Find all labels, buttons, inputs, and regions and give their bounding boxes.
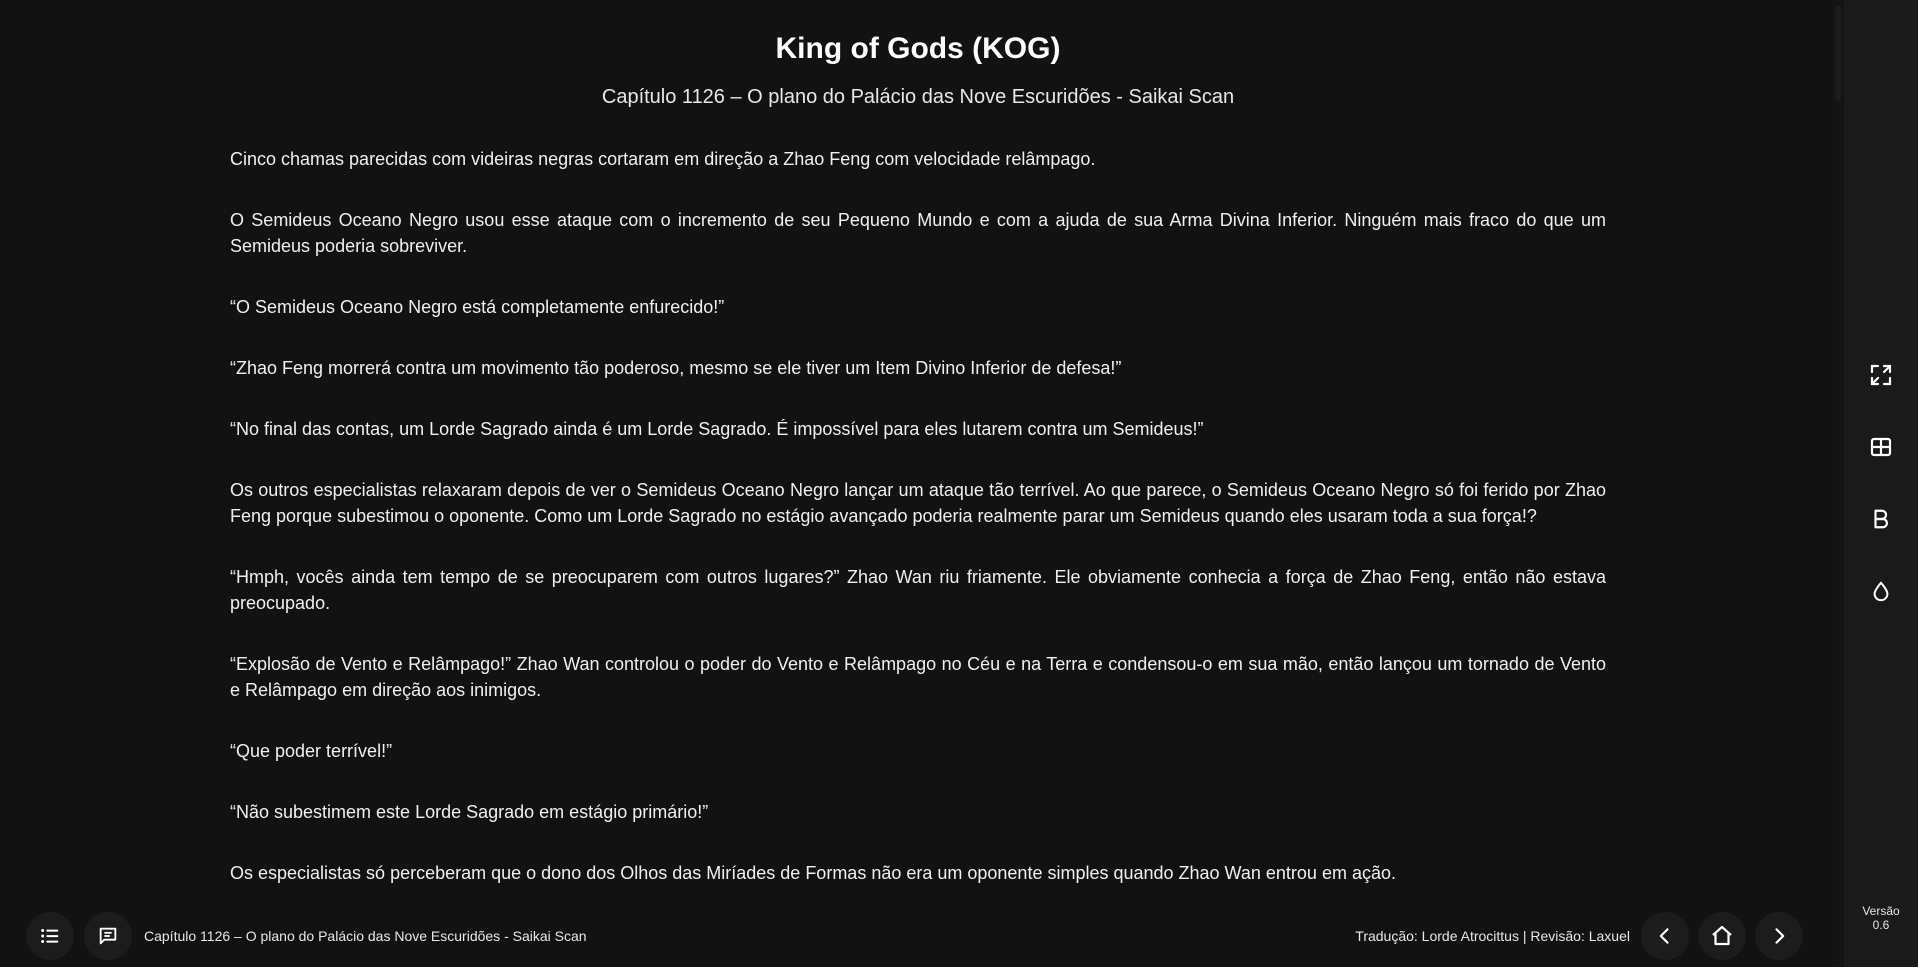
home-icon: [1710, 924, 1734, 948]
reader-page: King of Gods (KOG) Capítulo 1126 – O pla…: [0, 0, 1832, 967]
list-icon: [39, 925, 61, 947]
version-info: Versão 0.6: [1844, 904, 1918, 932]
chapter-title: Capítulo 1126 – O plano do Palácio das N…: [601, 86, 1235, 108]
fullscreen-button[interactable]: [1857, 351, 1905, 399]
bold-button[interactable]: [1857, 495, 1905, 543]
credits-text: Tradução: Lorde Atrocittus | Revisão: La…: [1355, 928, 1630, 944]
theme-button[interactable]: [1857, 567, 1905, 615]
paragraph: Os especialistas só perceberam que o don…: [230, 863, 1396, 883]
paragraph: “Zhao Feng morrerá contra um movimento t…: [230, 358, 1122, 378]
paragraph: “O Semideus Oceano Negro está completame…: [230, 297, 725, 317]
drop-icon: [1870, 580, 1892, 602]
bold-icon: [1870, 508, 1892, 530]
next-chapter-button[interactable]: [1755, 912, 1803, 960]
chevron-left-icon: [1655, 926, 1675, 946]
home-button[interactable]: [1698, 912, 1746, 960]
scrollbar[interactable]: [1832, 0, 1844, 967]
current-chapter-label: Capítulo 1126 – O plano do Palácio das N…: [144, 928, 587, 944]
novel-title: King of Gods (KOG): [775, 32, 1061, 65]
scrollbar-thumb[interactable]: [1835, 6, 1841, 101]
paragraph: “Não subestimem este Lorde Sagrado em es…: [230, 802, 709, 822]
version-number: 0.6: [1872, 918, 1890, 932]
side-toolbar: Versão 0.6: [1844, 0, 1918, 967]
layout-icon: [1869, 435, 1893, 459]
chevron-right-icon: [1769, 926, 1789, 946]
bottom-toolbar: Capítulo 1126 – O plano do Palácio das N…: [0, 905, 1832, 967]
comments-button[interactable]: [84, 912, 132, 960]
layout-button[interactable]: [1857, 423, 1905, 471]
paragraph: “Explosão de Vento e Relâmpago!” Zhao Wa…: [230, 654, 1606, 700]
paragraph: Cinco chamas parecidas com videiras negr…: [230, 149, 1096, 169]
paragraph: “Hmph, vocês ainda tem tempo de se preoc…: [230, 567, 1606, 613]
paragraph: “Que poder terrível!”: [230, 741, 393, 761]
paragraph: O Semideus Oceano Negro usou esse ataque…: [230, 210, 1606, 256]
fullscreen-icon: [1869, 363, 1893, 387]
comment-icon: [97, 925, 119, 947]
previous-chapter-button[interactable]: [1641, 912, 1689, 960]
chapter-list-button[interactable]: [26, 912, 74, 960]
version-label: Versão: [1862, 904, 1900, 918]
paragraph: “No final das contas, um Lorde Sagrado a…: [230, 419, 1204, 439]
chapter-content: Cinco chamas parecidas com videiras negr…: [230, 146, 1606, 921]
paragraph: Os outros especialistas relaxaram depois…: [230, 480, 1606, 526]
